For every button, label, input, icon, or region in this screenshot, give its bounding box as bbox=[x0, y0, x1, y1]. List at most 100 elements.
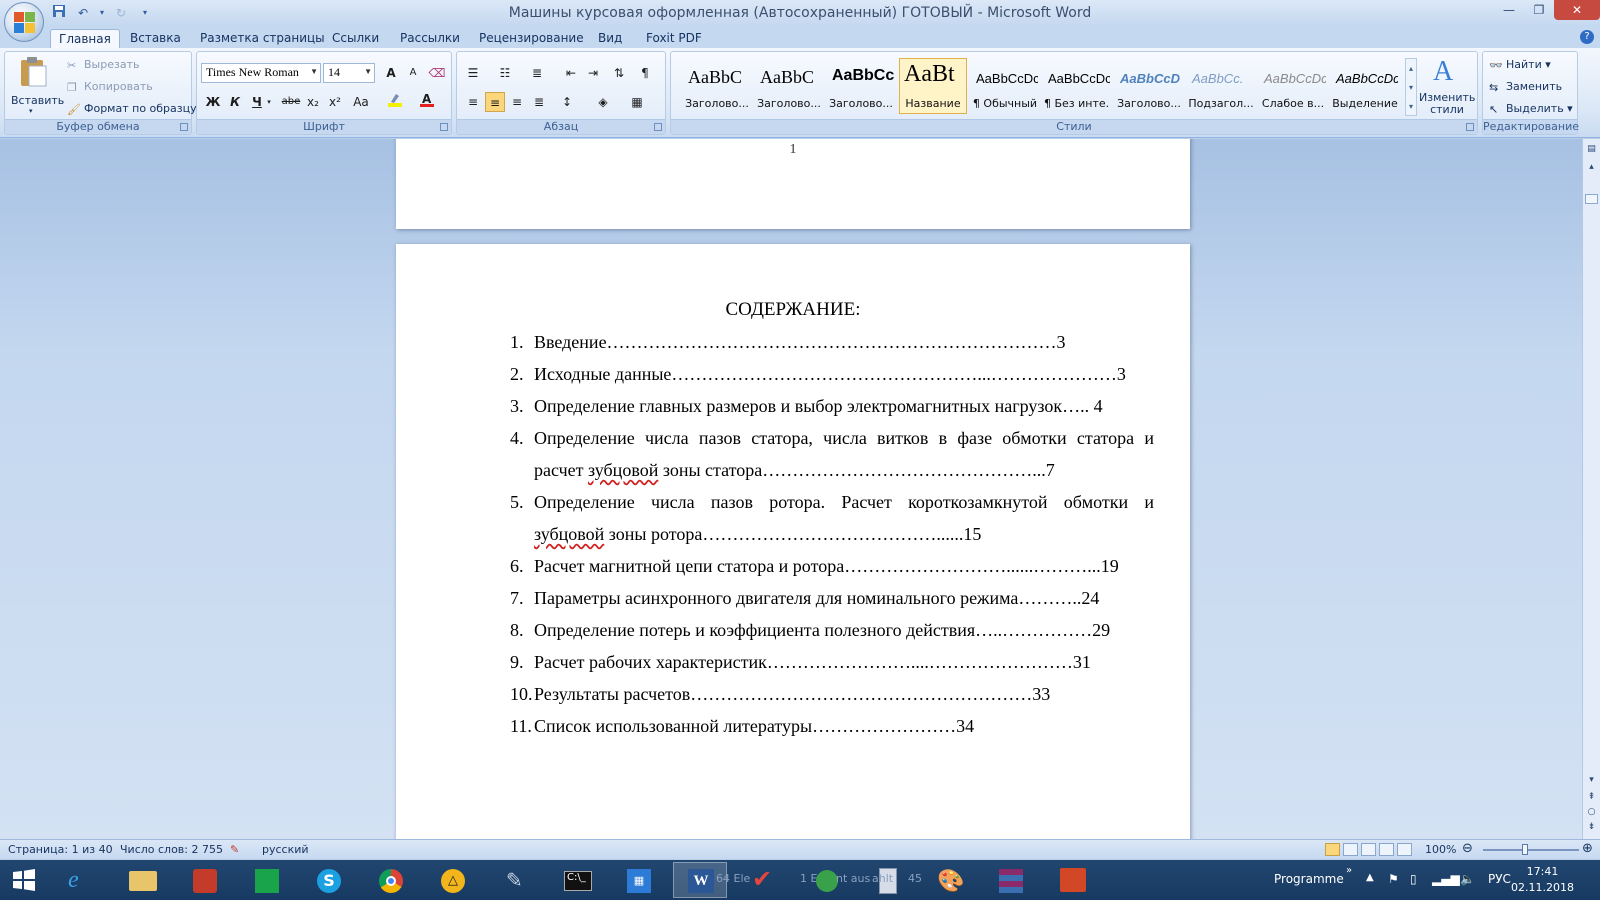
font-launcher-icon[interactable] bbox=[440, 123, 448, 131]
line-spacing-icon[interactable]: ↕ bbox=[557, 92, 577, 112]
zoom-out-icon[interactable]: ⊖ bbox=[1462, 841, 1473, 856]
language-status[interactable]: русский bbox=[262, 843, 309, 856]
network-icon[interactable]: ▂▄▆ bbox=[1432, 872, 1460, 886]
programme-toolbar[interactable]: Programme bbox=[1274, 872, 1344, 886]
clear-formatting-icon[interactable]: ⌫ bbox=[427, 63, 447, 83]
zoom-slider-thumb[interactable] bbox=[1522, 844, 1528, 855]
tab-view[interactable]: Вид bbox=[590, 29, 630, 48]
numbering-icon[interactable]: ☷ bbox=[495, 63, 515, 83]
font-size-combo[interactable]: 14 ▼ bbox=[323, 63, 375, 83]
superscript-button[interactable]: x² bbox=[325, 92, 345, 112]
scroll-down-icon[interactable]: ▾ bbox=[1585, 774, 1598, 787]
vertical-scrollbar[interactable]: ▤ ▴ ▾ ⇞ ○ ⇟ bbox=[1582, 139, 1600, 839]
paragraph-launcher-icon[interactable] bbox=[654, 123, 662, 131]
draft-view-icon[interactable] bbox=[1397, 843, 1412, 856]
highlight-color-icon[interactable] bbox=[385, 92, 405, 112]
change-case-button[interactable]: Aa bbox=[349, 92, 373, 112]
scroll-thumb[interactable] bbox=[1585, 194, 1598, 204]
spelling-error[interactable]: зубцовой bbox=[588, 460, 658, 480]
underline-button[interactable]: Ч bbox=[247, 92, 267, 112]
tab-foxit-pdf[interactable]: Foxit PDF bbox=[638, 29, 710, 48]
outline-view-icon[interactable] bbox=[1379, 843, 1394, 856]
keyboard-language[interactable]: РУС bbox=[1488, 872, 1511, 886]
zoom-in-icon[interactable]: ⊕ bbox=[1582, 841, 1593, 856]
style-heading-3[interactable]: AaBbCc Заголово... bbox=[827, 58, 895, 114]
print-layout-view-icon[interactable] bbox=[1325, 843, 1340, 856]
page-2[interactable]: СОДЕРЖАНИЕ: 1. Введение……………………………………………… bbox=[396, 244, 1190, 839]
command-prompt-icon[interactable]: C:\_ bbox=[550, 862, 604, 898]
increase-indent-icon[interactable]: ⇥ bbox=[583, 63, 603, 83]
close-button[interactable]: ✕ bbox=[1554, 0, 1600, 20]
tray-overflow-icon[interactable]: ▲ bbox=[1366, 872, 1374, 883]
checkmark-app-icon[interactable]: ✔ bbox=[736, 862, 790, 898]
bold-button[interactable]: Ж bbox=[203, 92, 223, 112]
replace-button[interactable]: ⇆ Заменить bbox=[1489, 80, 1562, 94]
file-explorer-icon[interactable] bbox=[116, 862, 170, 898]
word-count[interactable]: Число слов: 2 755 bbox=[120, 843, 223, 856]
proofing-icon[interactable]: ✎ bbox=[230, 843, 239, 856]
tab-insert[interactable]: Вставка bbox=[122, 29, 189, 48]
ruler-toggle-icon[interactable]: ▤ bbox=[1585, 143, 1598, 156]
styles-scroll[interactable]: ▴ ▾ ▾ bbox=[1405, 58, 1417, 116]
help-icon[interactable]: ? bbox=[1580, 30, 1594, 44]
style-title[interactable]: AaBt Название bbox=[899, 58, 967, 114]
paste-button[interactable]: Вставить ▾ bbox=[9, 56, 64, 118]
tab-mailings[interactable]: Рассылки bbox=[392, 29, 468, 48]
bullets-icon[interactable]: ☰ bbox=[463, 63, 483, 83]
full-screen-view-icon[interactable] bbox=[1343, 843, 1358, 856]
tab-references[interactable]: Ссылки bbox=[324, 29, 387, 48]
justify-icon[interactable]: ≣ bbox=[529, 92, 549, 112]
style-no-spacing[interactable]: AaBbCcDc ¶ Без инте... bbox=[1043, 58, 1111, 114]
font-color-icon[interactable]: A bbox=[417, 92, 437, 112]
previous-page-icon[interactable]: ⇞ bbox=[1585, 791, 1598, 804]
next-page-icon[interactable]: ⇟ bbox=[1585, 821, 1598, 834]
styles-launcher-icon[interactable] bbox=[1466, 123, 1474, 131]
style-normal[interactable]: AaBbCcDc ¶ Обычный bbox=[971, 58, 1039, 114]
cut-button[interactable]: ✂ Вырезать bbox=[67, 58, 139, 72]
select-button[interactable]: ↖ Выделить ▾ bbox=[1489, 102, 1573, 116]
chrome-icon[interactable] bbox=[364, 862, 418, 898]
shading-icon[interactable]: ◈ bbox=[593, 92, 613, 112]
style-heading-italic[interactable]: AaBbCcD Заголово... bbox=[1115, 58, 1183, 114]
store-icon[interactable] bbox=[240, 862, 294, 898]
borders-icon[interactable]: ▦ bbox=[627, 92, 647, 112]
align-right-icon[interactable]: ≡ bbox=[507, 92, 527, 112]
spelling-error[interactable]: зубцовой bbox=[534, 524, 604, 544]
show-formatting-icon[interactable]: ¶ bbox=[635, 63, 655, 83]
italic-button[interactable]: К bbox=[225, 92, 245, 112]
tab-home[interactable]: Главная bbox=[50, 29, 120, 48]
align-center-icon[interactable]: ≡ bbox=[485, 92, 505, 112]
subscript-button[interactable]: x₂ bbox=[303, 92, 323, 112]
style-subtle-emphasis[interactable]: AaBbCcDc Слабое в... bbox=[1259, 58, 1327, 114]
style-subtitle[interactable]: AaBbCc. Подзагол... bbox=[1187, 58, 1255, 114]
shrink-font-button[interactable]: A bbox=[403, 63, 423, 83]
battery-icon[interactable]: ▯ bbox=[1410, 872, 1417, 886]
find-button[interactable]: 👓 Найти ▾ bbox=[1489, 58, 1551, 72]
sort-icon[interactable]: ⇅ bbox=[609, 63, 629, 83]
underline-dropdown-icon[interactable]: ▾ bbox=[265, 92, 273, 112]
internet-explorer-icon[interactable]: e bbox=[54, 862, 108, 898]
filezilla-icon[interactable] bbox=[178, 862, 232, 898]
winrar-icon[interactable] bbox=[984, 862, 1038, 898]
archicad-icon[interactable]: △ bbox=[426, 862, 480, 898]
align-left-icon[interactable]: ≡ bbox=[463, 92, 483, 112]
office-button[interactable] bbox=[4, 2, 44, 42]
skype-icon[interactable]: S bbox=[302, 862, 356, 898]
change-styles-button[interactable]: A Изменить стили bbox=[1419, 56, 1475, 118]
format-painter-button[interactable]: 🖌 Формат по образцу bbox=[67, 102, 197, 116]
strikethrough-button[interactable]: abe bbox=[281, 92, 301, 112]
tab-page-layout[interactable]: Разметка страницы bbox=[192, 29, 333, 48]
clipboard-launcher-icon[interactable] bbox=[180, 123, 188, 131]
clock[interactable]: 17:41 02.11.2018 bbox=[1511, 864, 1574, 896]
tab-review[interactable]: Рецензирование bbox=[471, 29, 592, 48]
decrease-indent-icon[interactable]: ⇤ bbox=[561, 63, 581, 83]
minimize-button[interactable]: — bbox=[1494, 0, 1524, 20]
style-emphasis[interactable]: AaBbCcDc Выделение bbox=[1331, 58, 1399, 114]
document-area[interactable]: 1 СОДЕРЖАНИЕ: 1. Введение………………………………………… bbox=[0, 139, 1582, 839]
web-layout-view-icon[interactable] bbox=[1361, 843, 1376, 856]
copy-button[interactable]: ❐ Копировать bbox=[67, 80, 153, 94]
font-name-combo[interactable]: Times New Roman ▼ bbox=[201, 63, 321, 83]
presentation-app-icon[interactable] bbox=[1046, 862, 1100, 898]
style-heading-1[interactable]: AaBbC Заголово... bbox=[683, 58, 751, 114]
paint-icon[interactable]: 🎨 bbox=[922, 862, 976, 898]
